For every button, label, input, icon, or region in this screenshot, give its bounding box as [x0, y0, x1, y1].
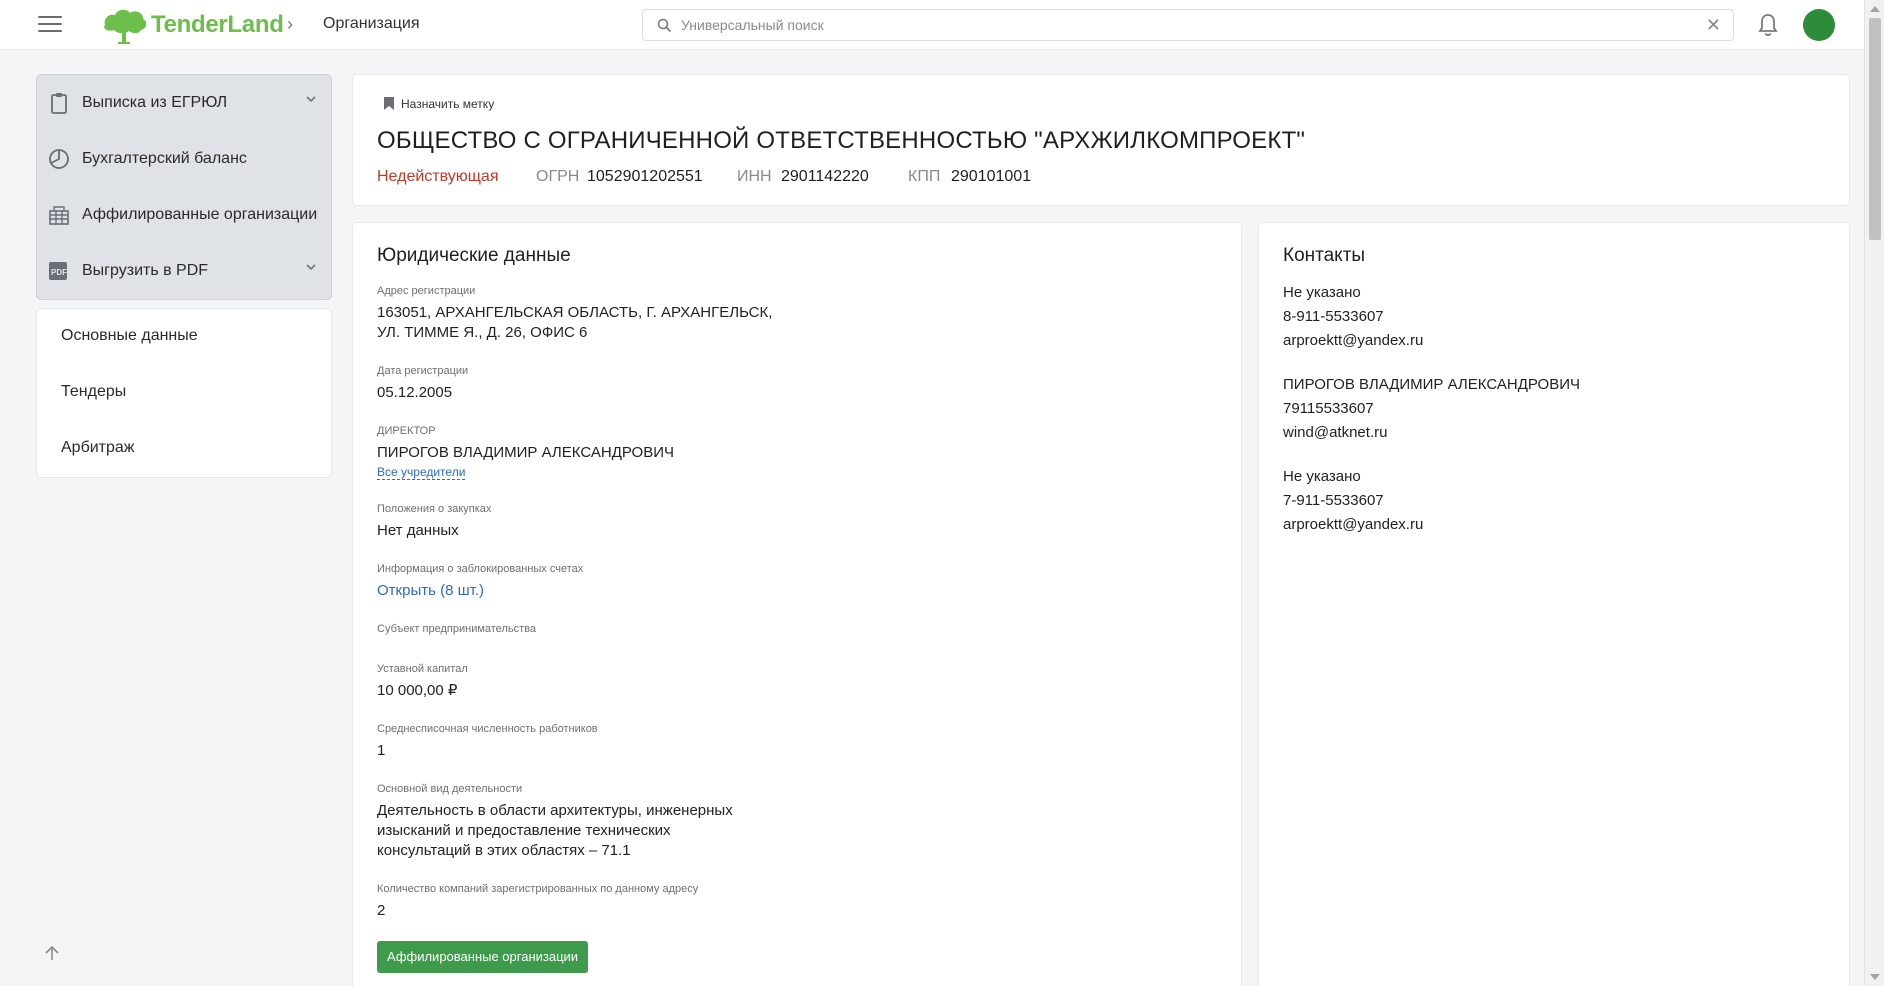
kpp-label: КПП [908, 168, 941, 185]
sidebar-nav: Основные данные Тендеры Арбитраж [36, 308, 332, 478]
employees-label: Среднесписочная численность работников [377, 723, 598, 735]
status-badge: Недействующая [377, 168, 499, 185]
contact-phone[interactable]: 79115533607 [1283, 400, 1374, 417]
companies-at-address-value: 2 [377, 902, 386, 919]
capital-value: 10 000,00 ₽ [377, 682, 458, 699]
blocked-accounts-label: Информация о заблокированных счетах [377, 563, 584, 575]
director-label: ДИРЕКТОР [377, 425, 436, 437]
activity-line-1: Деятельность в области архитектуры, инже… [377, 802, 733, 819]
breadcrumb: Организация [323, 15, 420, 32]
clipboard-icon [51, 93, 67, 114]
procurement-value: Нет данных [377, 522, 459, 539]
legal-data-title: Юридические данные [377, 245, 571, 266]
scroll-up-icon[interactable] [1870, 6, 1880, 12]
sidebar-item-label: Выгрузить в PDF [82, 262, 209, 279]
activity-label: Основной вид деятельности [377, 783, 523, 795]
close-icon[interactable]: ✕ [1706, 15, 1721, 35]
contact-name: Не указано [1283, 284, 1361, 301]
sidebar-item-pdf[interactable]: PDF Выгрузить в PDF [37, 243, 331, 299]
companies-at-address-label: Количество компаний зарегистрированных п… [377, 883, 699, 895]
legal-data-card: Юридические данные Адрес регистрации 163… [352, 222, 1242, 986]
buildings-icon [49, 206, 69, 225]
assign-tag-button[interactable]: Назначить метку [383, 96, 494, 111]
address-label: Адрес регистрации [377, 285, 476, 297]
sidebar-item-egrul[interactable]: Выписка из ЕГРЮЛ [37, 75, 331, 131]
scrollbar[interactable] [1864, 0, 1884, 986]
ogrn-value: 1052901202551 [587, 168, 703, 185]
sidebar-item-affiliated[interactable]: Аффилированные организации [37, 187, 331, 243]
activity-line-2: изысканий и предоставление технических [377, 822, 671, 839]
kpp-value: 290101001 [951, 168, 1032, 185]
contact-name: ПИРОГОВ ВЛАДИМИР АЛЕКСАНДРОВИЧ [1283, 376, 1580, 393]
svg-text:PDF: PDF [51, 268, 67, 277]
affiliated-organizations-button[interactable]: Аффилированные организации [377, 941, 589, 973]
all-founders-link[interactable]: Все учредители [377, 465, 466, 480]
chevron-down-icon[interactable] [305, 263, 317, 271]
contact-name: Не указано [1283, 468, 1361, 485]
capital-label: Уставной капитал [377, 663, 468, 675]
chevron-right-icon: › [287, 14, 293, 34]
pie-chart-icon [49, 149, 69, 169]
company-header: Назначить метку ОБЩЕСТВО С ОГРАНИЧЕННОЙ … [352, 74, 1850, 206]
contact-email[interactable]: wind@atknet.ru [1283, 424, 1387, 441]
procurement-label: Положения о закупках [377, 503, 492, 515]
sidebar-item-label: Бухгалтерский баланс [82, 150, 247, 167]
contact-phone[interactable]: 8-911-5533607 [1283, 308, 1384, 325]
search-icon [657, 18, 672, 33]
sidebar-item-balance[interactable]: Бухгалтерский баланс [37, 131, 331, 187]
address-line-1: 163051, АРХАНГЕЛЬСКАЯ ОБЛАСТЬ, Г. АРХАНГ… [377, 304, 773, 321]
reg-date-value: 05.12.2005 [377, 384, 453, 401]
menu-icon[interactable] [38, 16, 62, 34]
top-bar: TenderLand › Организация ✕ [0, 0, 1864, 50]
inn-label: ИНН [737, 168, 772, 185]
avatar[interactable] [1803, 9, 1835, 41]
contacts-card: Контакты Не указано 8-911-5533607 arproe… [1258, 222, 1850, 986]
sidebar-item-label: Выписка из ЕГРЮЛ [82, 94, 228, 111]
pdf-icon: PDF [49, 262, 67, 280]
assign-tag-label: Назначить метку [401, 96, 495, 111]
sidebar-actions: Выписка из ЕГРЮЛ Бухгалтерский баланс Аф… [36, 74, 332, 300]
address-line-2: УЛ. ТИММЕ Я., Д. 26, ОФИС 6 [377, 324, 588, 341]
search-input[interactable] [681, 10, 1681, 40]
inn-value: 2901142220 [781, 168, 869, 185]
scrollbar-thumb[interactable] [1869, 18, 1881, 240]
entrepreneur-label: Субъект предпринимательства [377, 623, 536, 635]
page-title: ОБЩЕСТВО С ОГРАНИЧЕННОЙ ОТВЕТСТВЕННОСТЬЮ… [377, 127, 1306, 154]
sidebar-item-label: Аффилированные организации [82, 206, 318, 223]
nav-item-main-data[interactable]: Основные данные [61, 327, 198, 345]
ogrn-label: ОГРН [536, 168, 580, 185]
reg-date-label: Дата регистрации [377, 365, 469, 377]
director-value: ПИРОГОВ ВЛАДИМИР АЛЕКСАНДРОВИЧ [377, 444, 674, 461]
blocked-accounts-link[interactable]: Открыть (8 шт.) [377, 582, 484, 599]
chevron-down-icon[interactable] [305, 95, 317, 103]
arrow-up-icon[interactable] [43, 944, 61, 962]
contact-email[interactable]: arproektt@yandex.ru [1283, 332, 1423, 349]
employees-value: 1 [377, 742, 386, 759]
bell-icon[interactable] [1758, 13, 1778, 37]
bookmark-icon [384, 97, 394, 110]
contacts-title: Контакты [1283, 245, 1366, 266]
search-box[interactable]: ✕ [642, 9, 1734, 41]
logo[interactable]: TenderLand [99, 5, 284, 45]
nav-item-arbitration[interactable]: Арбитраж [61, 439, 135, 457]
nav-item-tenders[interactable]: Тендеры [61, 383, 126, 401]
scroll-down-icon[interactable] [1870, 974, 1880, 980]
activity-line-3: консультаций в этих областях – 71.1 [377, 842, 631, 859]
tree-logo-icon [104, 9, 147, 44]
contact-email[interactable]: arproektt@yandex.ru [1283, 516, 1423, 533]
contact-phone[interactable]: 7-911-5533607 [1283, 492, 1384, 509]
logo-text: TenderLand [151, 11, 284, 38]
